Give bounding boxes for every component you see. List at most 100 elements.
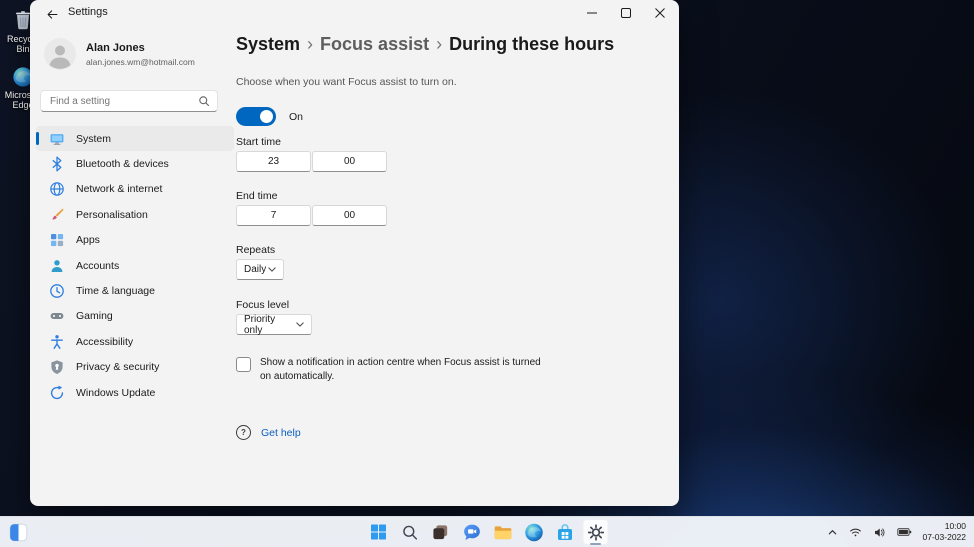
profile-name: Alan Jones	[86, 42, 145, 54]
apps-icon	[49, 232, 65, 248]
tray-overflow-button[interactable]	[825, 525, 840, 540]
chevron-up-icon	[827, 527, 838, 538]
task-view-icon	[431, 522, 451, 542]
sidebar-item-apps[interactable]: Apps	[36, 228, 234, 253]
sidebar-item-privacy-security[interactable]: Privacy & security	[36, 355, 234, 380]
repeats-label: Repeats	[236, 244, 276, 256]
sidebar-item-label: Network & internet	[76, 183, 163, 196]
sidebar-item-gaming[interactable]: Gaming	[36, 304, 234, 329]
chevron-down-icon	[296, 322, 304, 327]
search-box	[40, 90, 218, 112]
battery-icon	[896, 527, 912, 537]
sidebar-item-time-language[interactable]: Time & language	[36, 278, 234, 303]
search-input[interactable]	[41, 91, 200, 111]
search-button[interactable]	[397, 519, 423, 545]
volume-tray-button[interactable]	[871, 524, 888, 541]
repeats-dropdown[interactable]: Daily	[236, 259, 284, 280]
file-explorer-icon	[492, 522, 513, 543]
network-globe-icon	[49, 181, 65, 197]
sidebar-item-label: System	[76, 132, 112, 145]
edge-icon	[523, 522, 544, 543]
clock-time: 10:00	[944, 520, 966, 531]
profile-email: alan.jones.wm@hotmail.com	[86, 57, 195, 67]
battery-tray-button[interactable]	[895, 525, 914, 539]
sidebar-item-label: Accessibility	[76, 335, 134, 348]
focus-level-dropdown[interactable]: Priority only	[236, 313, 312, 336]
end-minute-input[interactable]	[312, 205, 387, 226]
time-language-icon	[49, 283, 65, 299]
page-title: During these hours	[449, 34, 615, 54]
system-tray: 10:00 07-03-2022	[825, 517, 966, 547]
windows-logo-icon	[369, 522, 389, 542]
back-arrow-icon	[46, 8, 59, 21]
sidebar-item-label: Time & language	[76, 285, 155, 298]
personalisation-icon	[49, 207, 65, 223]
start-time-label: Start time	[236, 136, 281, 148]
clock[interactable]: 10:00 07-03-2022	[923, 521, 966, 543]
accounts-icon	[49, 258, 65, 274]
avatar	[44, 38, 76, 70]
file-explorer-button[interactable]	[490, 519, 516, 545]
notification-checkbox[interactable]	[236, 357, 251, 372]
notification-checkbox-label: Show a notification in action centre whe…	[260, 357, 541, 382]
sidebar-item-label: Privacy & security	[76, 361, 160, 374]
chevron-down-icon	[268, 267, 276, 272]
settings-window: Settings Alan Jones alan.jones.wm@hotmai…	[30, 0, 679, 506]
focus-level-label: Focus level	[236, 299, 290, 311]
chat-button[interactable]	[459, 519, 485, 545]
sidebar-item-personalisation[interactable]: Personalisation	[36, 202, 234, 227]
taskbar: 10:00 07-03-2022	[0, 516, 974, 547]
profile[interactable]: Alan Jones alan.jones.wm@hotmail.com	[44, 38, 234, 72]
breadcrumb-separator: ›	[307, 34, 314, 54]
window-title: Settings	[68, 6, 108, 18]
end-time-label: End time	[236, 190, 278, 202]
sidebar-item-label: Accounts	[76, 259, 120, 272]
start-hour-input[interactable]	[236, 151, 311, 172]
settings-gear-icon	[586, 523, 605, 542]
search-icon	[198, 95, 210, 107]
breadcrumb-focus-assist-link[interactable]: Focus assist	[320, 34, 429, 54]
settings-taskbar-button[interactable]	[582, 519, 609, 545]
breadcrumb-system-link[interactable]: System	[236, 34, 300, 54]
network-tray-button[interactable]	[847, 524, 864, 541]
chat-icon	[461, 522, 482, 543]
focus-assist-toggle[interactable]	[236, 107, 276, 126]
gaming-icon	[49, 308, 65, 324]
toggle-state-label: On	[289, 110, 304, 123]
sidebar-item-bluetooth-devices[interactable]: Bluetooth & devices	[36, 151, 234, 176]
sidebar-item-accounts[interactable]: Accounts	[36, 253, 234, 278]
privacy-security-icon	[49, 359, 65, 375]
page-description: Choose when you want Focus assist to tur…	[236, 76, 457, 88]
breadcrumb: System › Focus assist › During these hours	[236, 34, 614, 55]
accessibility-icon	[49, 334, 65, 350]
sidebar-item-network-internet[interactable]: Network & internet	[36, 177, 234, 202]
sidebar-item-label: Personalisation	[76, 208, 148, 221]
windows-update-icon	[49, 385, 65, 401]
repeats-value: Daily	[244, 264, 267, 275]
sidebar-nav: System Bluetooth & devices Network & int…	[36, 126, 234, 405]
start-minute-input[interactable]	[312, 151, 387, 172]
volume-icon	[873, 526, 886, 539]
task-view-button[interactable]	[428, 519, 454, 545]
end-hour-input[interactable]	[236, 205, 311, 226]
store-button[interactable]	[552, 519, 578, 545]
get-help-link[interactable]: Get help	[261, 427, 301, 439]
widgets-button[interactable]	[5, 519, 31, 545]
focus-level-value: Priority only	[244, 313, 276, 336]
sidebar-item-windows-update[interactable]: Windows Update	[36, 380, 234, 405]
back-button[interactable]	[42, 4, 62, 24]
bluetooth-icon	[49, 156, 65, 172]
sidebar-item-accessibility[interactable]: Accessibility	[36, 329, 234, 354]
sidebar-item-label: Gaming	[76, 310, 113, 323]
sidebar-item-system[interactable]: System	[36, 126, 234, 152]
sidebar-item-label: Windows Update	[76, 386, 156, 399]
toggle-knob	[260, 110, 273, 123]
store-icon	[554, 522, 575, 543]
sidebar-item-label: Bluetooth & devices	[76, 158, 169, 171]
start-button[interactable]	[366, 519, 392, 545]
edge-button[interactable]	[521, 519, 547, 545]
breadcrumb-separator: ›	[436, 34, 443, 54]
sidebar-item-label: Apps	[76, 234, 100, 247]
system-icon	[49, 131, 65, 147]
clock-date: 07-03-2022	[922, 532, 966, 542]
